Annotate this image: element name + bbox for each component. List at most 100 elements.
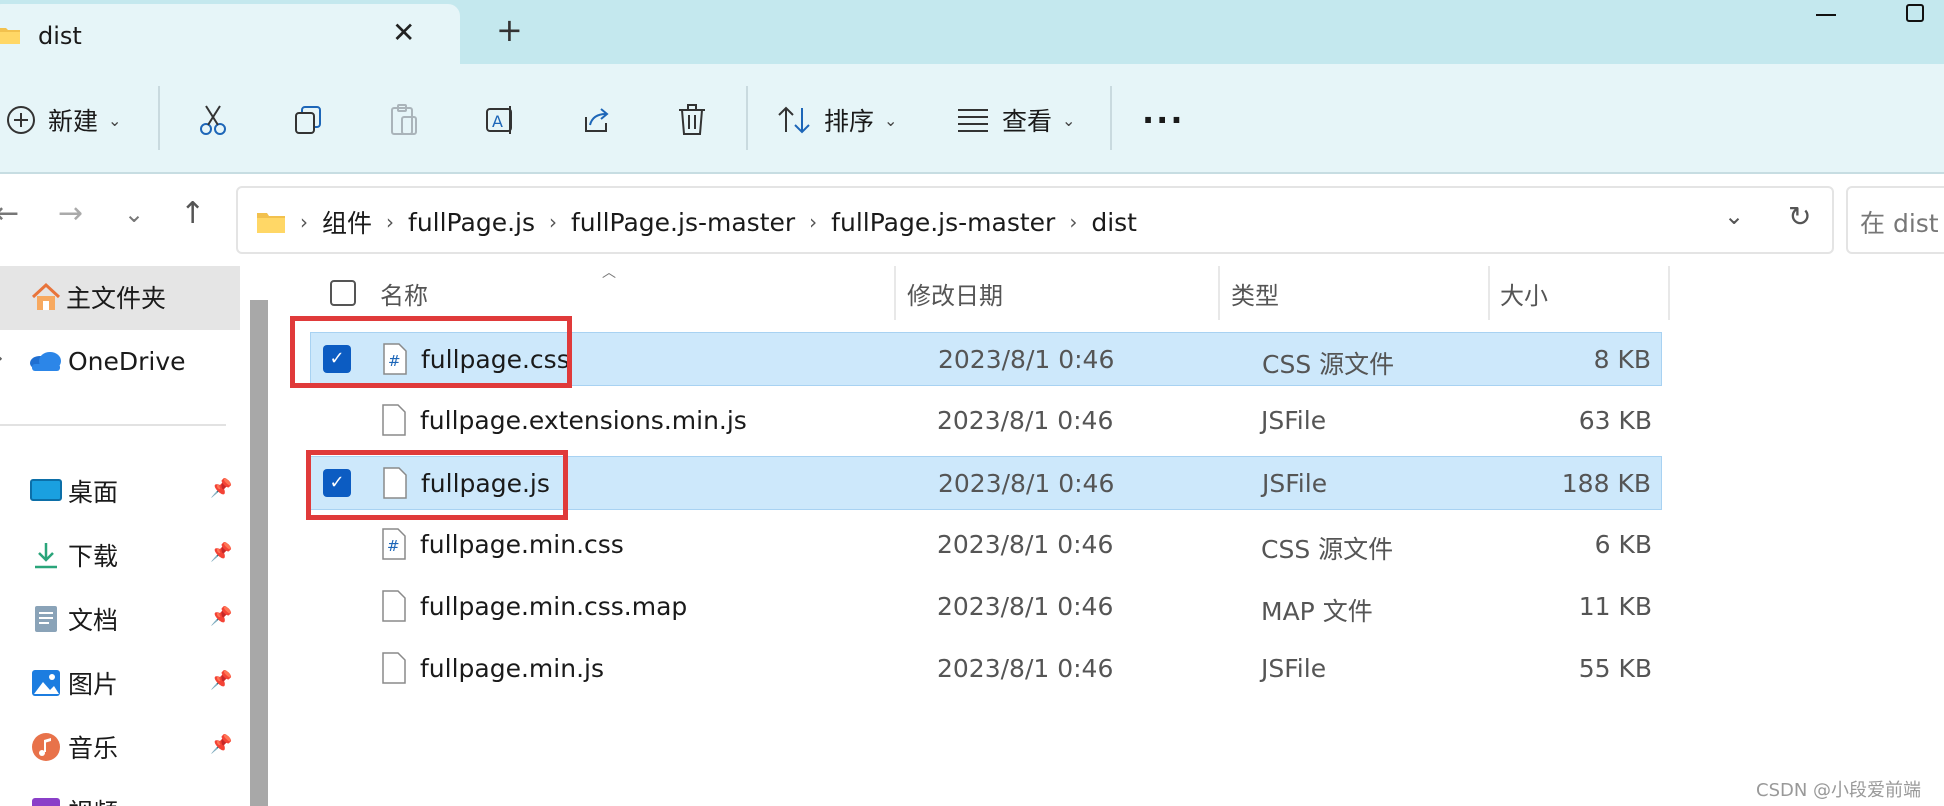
select-all-checkbox[interactable] — [330, 280, 356, 306]
nav-videos-label: 视频 — [68, 793, 118, 806]
view-icon — [958, 109, 988, 132]
nav-onedrive-label: OneDrive — [68, 346, 186, 376]
file-type: MAP 文件 — [1261, 597, 1373, 626]
sort-button[interactable]: 排序 ⌄ — [776, 96, 897, 144]
file-size: 55 KB — [1578, 654, 1652, 683]
nav-desktop-label: 桌面 — [68, 478, 119, 507]
pin-icon[interactable]: 📌 — [210, 478, 232, 499]
share-button[interactable] — [580, 96, 614, 144]
chevron-down-icon: ⌄ — [108, 110, 122, 130]
navigation-pane: 主文件夹 › OneDrive 桌面 📌 下载 📌 — [0, 266, 270, 806]
onedrive-cloud-icon — [30, 352, 61, 371]
nav-item-downloads[interactable]: 下载 — [30, 530, 118, 580]
nav-pictures-label: 图片 — [68, 670, 119, 699]
up-icon[interactable]: ↑ — [180, 196, 205, 231]
file-type: JSFile — [1261, 654, 1327, 683]
nav-item-onedrive[interactable]: OneDrive — [28, 336, 186, 386]
nav-item-pictures[interactable]: 图片 — [30, 658, 118, 708]
rename-button[interactable]: A — [484, 96, 518, 144]
search-input[interactable]: 在 dist ... — [1846, 186, 1944, 254]
nav-item-desktop[interactable]: 桌面 — [30, 466, 118, 516]
pin-icon[interactable]: 📌 — [210, 734, 232, 755]
nav-music-label: 音乐 — [68, 734, 119, 763]
tab-dist[interactable]: dist ✕ — [0, 4, 460, 64]
delete-button[interactable] — [676, 96, 708, 144]
svg-text:#: # — [387, 537, 400, 555]
breadcrumb-item[interactable]: fullPage.js-master — [571, 208, 795, 237]
document-icon — [35, 606, 57, 632]
column-header-name[interactable]: 名称 — [380, 276, 428, 311]
sort-icon — [778, 106, 810, 134]
address-bar[interactable]: › 组件 › fullPage.js › fullPage.js-master … — [236, 186, 1834, 254]
refresh-icon[interactable]: ↻ — [1788, 200, 1811, 233]
home-icon — [31, 282, 61, 310]
file-type: CSS 源文件 — [1261, 535, 1394, 564]
nav-item-home[interactable]: 主文件夹 — [0, 266, 240, 330]
address-history-chevron-icon[interactable]: ⌄ — [1724, 202, 1744, 230]
column-divider[interactable] — [1488, 266, 1490, 320]
table-row[interactable]: # fullpage.min.css 2023/8/1 0:46 CSS 源文件… — [310, 518, 1662, 572]
table-row[interactable]: fullpage.min.js 2023/8/1 0:46 JSFile 55 … — [310, 642, 1662, 696]
file-size: 63 KB — [1578, 406, 1652, 435]
column-header-date[interactable]: 修改日期 — [907, 276, 1003, 311]
column-divider[interactable] — [1668, 266, 1670, 320]
column-header-type[interactable]: 类型 — [1231, 276, 1279, 311]
pin-icon[interactable]: 📌 — [210, 606, 232, 627]
breadcrumb-item[interactable]: fullPage.js-master — [831, 208, 1055, 237]
pictures-icon — [32, 670, 60, 696]
view-button[interactable]: 查看 ⌄ — [956, 96, 1075, 144]
cut-icon — [200, 105, 226, 135]
back-icon[interactable]: ← — [0, 196, 19, 231]
file-icon — [382, 590, 406, 622]
column-divider[interactable] — [894, 266, 896, 320]
maximize-icon[interactable] — [1906, 4, 1924, 22]
pin-icon[interactable]: 📌 — [210, 670, 232, 691]
command-bar: 新建 ⌄ A 排序 ⌄ 查看 ⌄ ··· — [0, 64, 1944, 174]
nav-home-label: 主文件夹 — [66, 284, 167, 313]
nav-item-videos[interactable]: 视频 — [30, 786, 118, 806]
more-button[interactable]: ··· — [1142, 96, 1184, 144]
nav-item-documents[interactable]: 文档 — [30, 594, 118, 644]
cut-button[interactable] — [196, 96, 230, 144]
nav-item-music[interactable]: 音乐 — [30, 722, 118, 772]
breadcrumb-item[interactable]: 组件 — [322, 204, 372, 240]
address-row: ← → ⌄ ↑ › 组件 › fullPage.js › fullPage.js… — [0, 174, 1944, 266]
breadcrumb-separator: › — [386, 210, 395, 234]
music-icon — [32, 733, 60, 761]
recent-locations-icon[interactable]: ⌄ — [124, 200, 144, 228]
copy-button[interactable] — [292, 96, 324, 144]
svg-text:A: A — [492, 112, 503, 131]
more-icon: ··· — [1142, 101, 1185, 139]
pin-icon[interactable]: 📌 — [210, 542, 232, 563]
new-tab-icon[interactable]: + — [496, 14, 523, 46]
file-type: JSFile — [1262, 469, 1328, 498]
table-row[interactable]: fullpage.min.css.map 2023/8/1 0:46 MAP 文… — [310, 580, 1662, 634]
expand-chevron-icon[interactable]: › — [0, 348, 3, 369]
column-divider[interactable] — [1218, 266, 1220, 320]
file-size: 6 KB — [1594, 530, 1652, 559]
paste-icon — [391, 104, 417, 135]
close-tab-icon[interactable]: ✕ — [392, 19, 415, 47]
paste-button[interactable] — [388, 96, 420, 144]
folder-icon — [0, 28, 20, 44]
toolbar-separator — [746, 86, 748, 150]
rename-icon: A — [486, 106, 512, 134]
view-label: 查看 — [1002, 107, 1053, 136]
file-icon — [382, 652, 406, 684]
nav-scrollbar[interactable] — [250, 300, 268, 806]
annotation-box-css — [290, 316, 572, 388]
table-row[interactable]: fullpage.extensions.min.js 2023/8/1 0:46… — [310, 394, 1662, 448]
breadcrumb-item[interactable]: dist — [1091, 208, 1137, 237]
breadcrumb-item[interactable]: fullPage.js — [408, 208, 535, 237]
file-name: fullpage.min.css.map — [420, 592, 688, 621]
breadcrumb-separator: › — [549, 210, 557, 234]
breadcrumb-separator: › — [809, 210, 818, 234]
forward-icon[interactable]: → — [58, 196, 83, 231]
sort-ascending-icon: ︿ — [602, 265, 616, 281]
title-bar: dist ✕ + — [0, 0, 1944, 64]
minimize-icon[interactable] — [1816, 14, 1836, 16]
file-name: fullpage.min.js — [420, 654, 604, 683]
column-header-size[interactable]: 大小 — [1500, 276, 1548, 311]
file-type: JSFile — [1261, 406, 1327, 435]
new-button[interactable]: 新建 ⌄ — [6, 96, 121, 144]
